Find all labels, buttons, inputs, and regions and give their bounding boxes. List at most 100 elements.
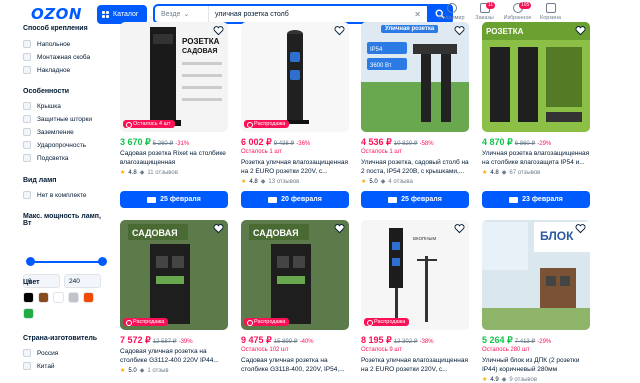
color-swatch-gray[interactable]	[68, 292, 79, 303]
product-photo: ВКОПНЫМ	[389, 228, 437, 324]
filter-title-color: Цвет	[23, 279, 40, 286]
heart-icon[interactable]	[213, 25, 224, 36]
truck-icon	[509, 196, 519, 203]
sale-badge: Распродажа	[244, 120, 290, 128]
product-image[interactable]: БЛОК	[482, 220, 590, 330]
heart-icon[interactable]	[575, 25, 586, 36]
svg-text:ВКОПНЫМ: ВКОПНЫМ	[413, 236, 437, 241]
checkbox[interactable]	[23, 349, 31, 357]
product-photo: САДОВАЯ	[128, 224, 190, 324]
svg-text:РОЗЕТКА: РОЗЕТКА	[486, 27, 524, 36]
product-image[interactable]: РОЗЕТКА САДОВАЯ Осталось 4 шт	[120, 22, 228, 132]
product-title[interactable]: Садовая уличная розетка на столбике G3118…	[241, 356, 349, 374]
checkbox[interactable]	[23, 154, 31, 162]
star-icon: ★	[120, 170, 126, 176]
ozon-logo[interactable]: OZON	[31, 5, 82, 23]
product-title[interactable]: Уличный блок из ДПК (2 розетки IP44) кори…	[482, 356, 590, 374]
product-photo: IP54 3600 Вт	[361, 22, 469, 132]
product-title[interactable]: Садовая уличная розетка на столбике G3112…	[120, 347, 228, 365]
truck-icon	[388, 196, 398, 203]
checkbox[interactable]	[23, 115, 31, 123]
truck-icon	[268, 196, 278, 203]
filter-title-power: Макс. мощность ламп, Вт	[23, 213, 101, 227]
product-image[interactable]: IP54 3600 Вт Уличная розетка	[361, 22, 469, 132]
chevron-down-icon: ⌄	[183, 11, 190, 18]
checkbox[interactable]	[23, 128, 31, 136]
heart-icon[interactable]	[454, 25, 465, 36]
profile-link[interactable]: Владимир	[435, 3, 468, 21]
filter-option[interactable]: Накладное	[23, 66, 70, 74]
filter-option[interactable]: Монтажная скоба	[23, 53, 90, 61]
search-scope-select[interactable]: Везде ⌄	[155, 6, 209, 22]
reviews-icon: ◆	[501, 377, 507, 383]
orders-badge: 11	[486, 2, 496, 9]
delivery-button[interactable]: 25 февраля	[120, 191, 228, 208]
filter-option[interactable]: Нет в комплекте	[23, 191, 87, 199]
slider-min-handle[interactable]	[26, 257, 35, 266]
favorites-badge: 105	[519, 2, 532, 9]
cart-link[interactable]: Корзина	[534, 3, 567, 21]
filter-title-mount: Способ крепления	[23, 25, 88, 32]
filter-option[interactable]: Заземление	[23, 128, 74, 136]
checkbox[interactable]	[23, 53, 31, 61]
product-title[interactable]: Уличная розетка, садовый столб на 2 поста…	[361, 158, 469, 176]
color-swatch-orange[interactable]	[83, 292, 94, 303]
checkbox[interactable]	[23, 141, 31, 149]
price-block: 7 572 ₽12 587 ₽ -39%	[120, 335, 193, 345]
rating: ★ 5.0 ◆ 4 отзыва	[361, 178, 413, 186]
favorites-link[interactable]: 105 Избранное	[501, 2, 534, 21]
product-photo: РОЗЕТКА	[482, 22, 590, 122]
product-image[interactable]: ВКОПНЫМ Распродажа	[361, 220, 469, 330]
slider-max-handle[interactable]	[98, 257, 107, 266]
svg-text:САДОВАЯ: САДОВАЯ	[182, 48, 217, 55]
catalog-label: Каталог	[113, 11, 139, 18]
filter-option[interactable]: Подсветка	[23, 154, 69, 162]
power-max-input[interactable]: 240	[64, 274, 101, 288]
product-photo: САДОВАЯ	[249, 224, 311, 324]
remaining-stock: Осталось 102 шт	[241, 347, 289, 353]
power-slider-track[interactable]	[28, 261, 103, 263]
product-title[interactable]: Садовая розетка Rixet на столбике влагоза…	[120, 149, 228, 167]
search-input[interactable]: уличная розетка столб	[209, 11, 414, 18]
search-bar[interactable]: Везде ⌄ уличная розетка столб ✕	[153, 4, 453, 24]
clear-icon[interactable]: ✕	[414, 10, 421, 19]
product-title[interactable]: Уличная розетка влагозащищенная на столби…	[482, 149, 590, 167]
color-swatch-white[interactable]	[53, 292, 64, 303]
color-swatch-black[interactable]	[23, 292, 34, 303]
product-image[interactable]: РОЗЕТКА	[482, 22, 590, 132]
heart-icon[interactable]	[575, 223, 586, 234]
filters-sidebar: Способ крепления Напольное Монтажная ско…	[0, 22, 110, 378]
product-image[interactable]: САДОВАЯ Распродажа	[120, 220, 228, 330]
filter-option[interactable]: Китай	[23, 362, 55, 370]
product-title[interactable]: Розетка уличная влагозащищенная на 2 EURO…	[241, 158, 349, 176]
heart-icon[interactable]	[213, 223, 224, 234]
filter-title-lamp: Вид ламп	[23, 177, 57, 184]
filter-option[interactable]: Крышка	[23, 102, 61, 110]
filter-option[interactable]: Ударопрочность	[23, 141, 86, 149]
checkbox[interactable]	[23, 362, 31, 370]
checkbox[interactable]	[23, 66, 31, 74]
header-actions: Владимир 11 Заказы 105 Избранное Корзина	[435, 2, 567, 21]
price-block: 4 870 ₽6 860 ₽ -29%	[482, 137, 552, 147]
star-icon: ★	[482, 170, 488, 176]
delivery-button[interactable]: 20 февраля	[241, 191, 349, 208]
filter-option[interactable]: Россия	[23, 349, 58, 357]
color-swatch-brown[interactable]	[38, 292, 49, 303]
product-title[interactable]: Розетка уличная влагозащищенная на 2 EURO…	[361, 356, 469, 374]
filter-option[interactable]: Защитные шторки	[23, 115, 92, 123]
orders-link[interactable]: 11 Заказы	[468, 2, 501, 21]
checkbox[interactable]	[23, 40, 31, 48]
filter-option[interactable]: Напольное	[23, 40, 70, 48]
checkbox[interactable]	[23, 102, 31, 110]
star-icon: ★	[361, 179, 367, 185]
product-image[interactable]: САДОВАЯ Распродажа	[241, 220, 349, 330]
delivery-button[interactable]: 23 февраля	[482, 191, 590, 208]
checkbox[interactable]	[23, 191, 31, 199]
heart-icon[interactable]	[334, 223, 345, 234]
color-swatch-green[interactable]	[23, 308, 34, 319]
heart-icon[interactable]	[454, 223, 465, 234]
sale-badge: Распродажа	[244, 318, 290, 326]
delivery-button[interactable]: 25 февраля	[361, 191, 469, 208]
heart-icon[interactable]	[334, 25, 345, 36]
product-image[interactable]: Распродажа	[241, 22, 349, 132]
